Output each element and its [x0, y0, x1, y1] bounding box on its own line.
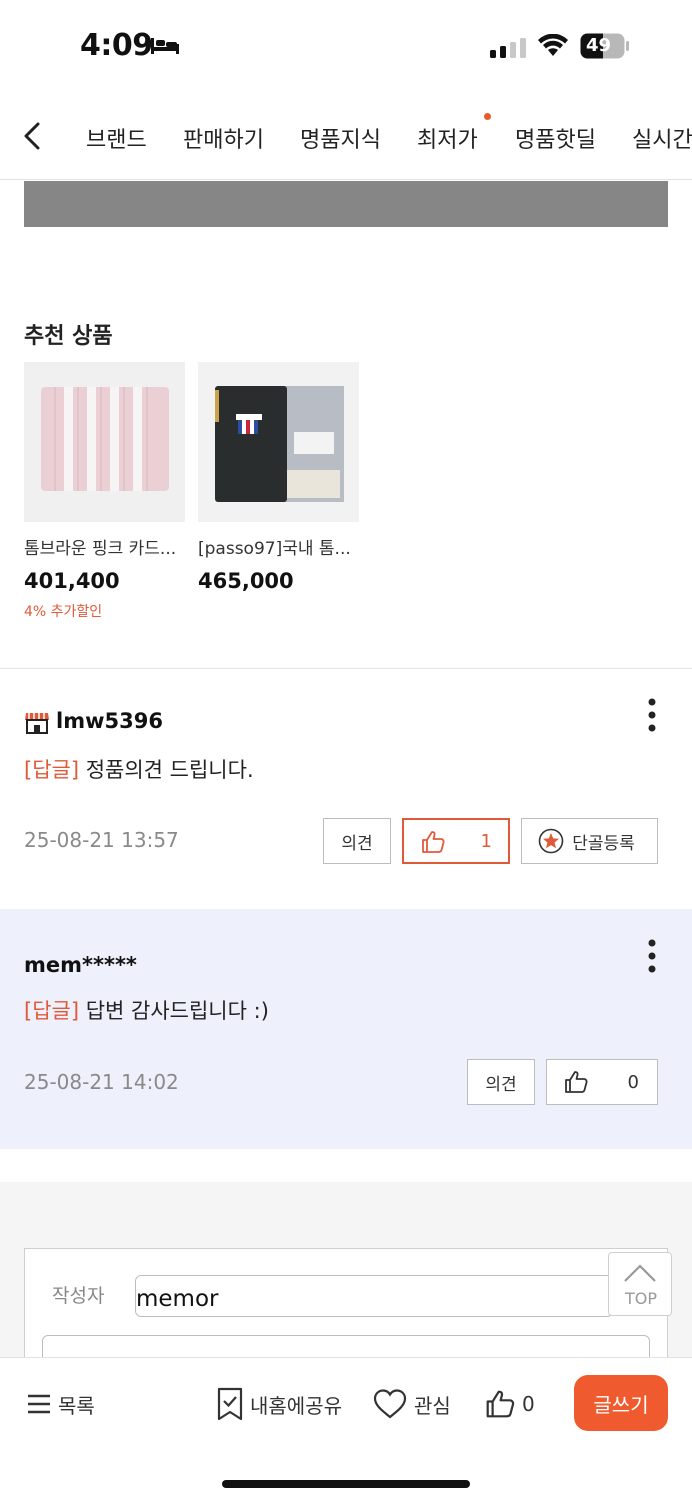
tab-sell[interactable]: 판매하기 [183, 122, 264, 154]
more-options-icon[interactable] [642, 697, 662, 733]
comment-text: [답글] 답변 감사드립니다 :) [24, 995, 269, 1025]
share-home-label: 내홈에공유 [250, 1393, 342, 1418]
like-button[interactable]: 0 [546, 1059, 658, 1105]
author-label: 작성자 [52, 1285, 105, 1307]
opinion-button[interactable]: 의견 [467, 1059, 535, 1105]
comment-item: mem***** [답글] 답변 감사드립니다 :) 25-08-21 14:0… [0, 909, 692, 1149]
product-name: [passo97]국내 톰... [198, 539, 351, 559]
share-home-button[interactable]: 내홈에공유 [216, 1386, 342, 1422]
like-post-button[interactable]: 0 [484, 1386, 535, 1422]
product-card[interactable]: [passo97]국내 톰... 465,000 [198, 362, 359, 593]
product-image [198, 362, 359, 522]
tab-lowest-price[interactable]: 최저가 [417, 122, 478, 154]
menu-list-icon [28, 1394, 50, 1414]
interest-button[interactable]: 관심 [372, 1386, 451, 1422]
like-count: 0 [627, 1071, 639, 1093]
product-card[interactable]: 톰브라운 핑크 카드... 401,400 4% 추가할인 [24, 362, 185, 621]
shop-icon [25, 713, 49, 734]
author-input[interactable] [135, 1275, 613, 1317]
tab-brand[interactable]: 브랜드 [86, 122, 147, 154]
tab-realtime[interactable]: 실시간 [632, 122, 692, 154]
wifi-icon [538, 34, 568, 56]
tab-knowledge[interactable]: 명품지식 [300, 122, 381, 154]
comment-date: 25-08-21 13:57 [24, 828, 179, 852]
post-like-count: 0 [522, 1392, 535, 1416]
heart-icon [373, 1389, 407, 1419]
add-regular-button[interactable]: 단골등록 [521, 818, 658, 864]
scroll-top-button[interactable]: TOP [608, 1252, 672, 1316]
chevron-up-icon [624, 1264, 656, 1282]
product-discount: 4% 추가할인 [24, 604, 103, 620]
opinion-button[interactable]: 의견 [323, 818, 391, 864]
bookmark-check-icon [217, 1387, 243, 1421]
like-button[interactable]: 1 [402, 818, 510, 864]
recommended-title: 추천 상품 [24, 324, 113, 349]
comment-author[interactable]: mem***** [24, 953, 137, 977]
status-time: 4:09 [80, 28, 153, 63]
interest-label: 관심 [414, 1393, 451, 1418]
comment-item: lmw5396 [답글] 정품의견 드립니다. 25-08-21 13:57 의… [0, 669, 692, 909]
write-post-button[interactable]: 글쓰기 [574, 1375, 668, 1431]
list-label: 목록 [58, 1393, 95, 1418]
comment-date: 25-08-21 14:02 [24, 1070, 179, 1094]
scroll-top-label: TOP [624, 1289, 657, 1308]
write-label: 글쓰기 [593, 1392, 649, 1417]
battery-icon: 49 [580, 33, 630, 59]
product-price: 401,400 [24, 569, 120, 593]
more-options-icon[interactable] [642, 938, 662, 974]
bottom-toolbar: 목록 내홈에공유 관심 0 글쓰기 [0, 1357, 692, 1500]
comment-text: [답글] 정품의견 드립니다. [24, 754, 254, 784]
opinion-label: 의견 [485, 1074, 517, 1095]
back-arrow-icon[interactable] [18, 118, 48, 154]
cellular-signal-icon [490, 38, 526, 58]
status-bar: 4:09 49 [0, 0, 692, 96]
tab-hot-deal[interactable]: 명품핫딜 [515, 122, 596, 154]
thumbs-up-icon [565, 1071, 588, 1093]
reply-tag: [답글] [24, 999, 80, 1023]
thumbs-up-icon [486, 1390, 515, 1418]
thumbs-up-icon [422, 831, 445, 853]
product-image [24, 362, 185, 522]
battery-level: 49 [586, 35, 612, 56]
product-price: 465,000 [198, 569, 294, 593]
comment-body: 답변 감사드립니다 :) [79, 999, 269, 1023]
new-badge-dot [484, 113, 491, 120]
list-button[interactable]: 목록 [26, 1386, 95, 1422]
add-regular-label: 단골등록 [572, 833, 635, 854]
post-image-bottom [24, 181, 668, 227]
sleep-focus-icon [151, 38, 179, 54]
product-name: 톰브라운 핑크 카드... [24, 539, 177, 559]
reply-tag: [답글] [24, 758, 80, 782]
star-badge-icon [538, 828, 564, 854]
like-count: 1 [480, 830, 492, 852]
opinion-label: 의견 [341, 833, 373, 854]
comment-body: 정품의견 드립니다. [79, 758, 254, 782]
home-indicator [222, 1480, 470, 1488]
top-nav: 브랜드 판매하기 명품지식 최저가 명품핫딜 실시간 [0, 96, 692, 180]
comment-author[interactable]: lmw5396 [56, 709, 163, 733]
